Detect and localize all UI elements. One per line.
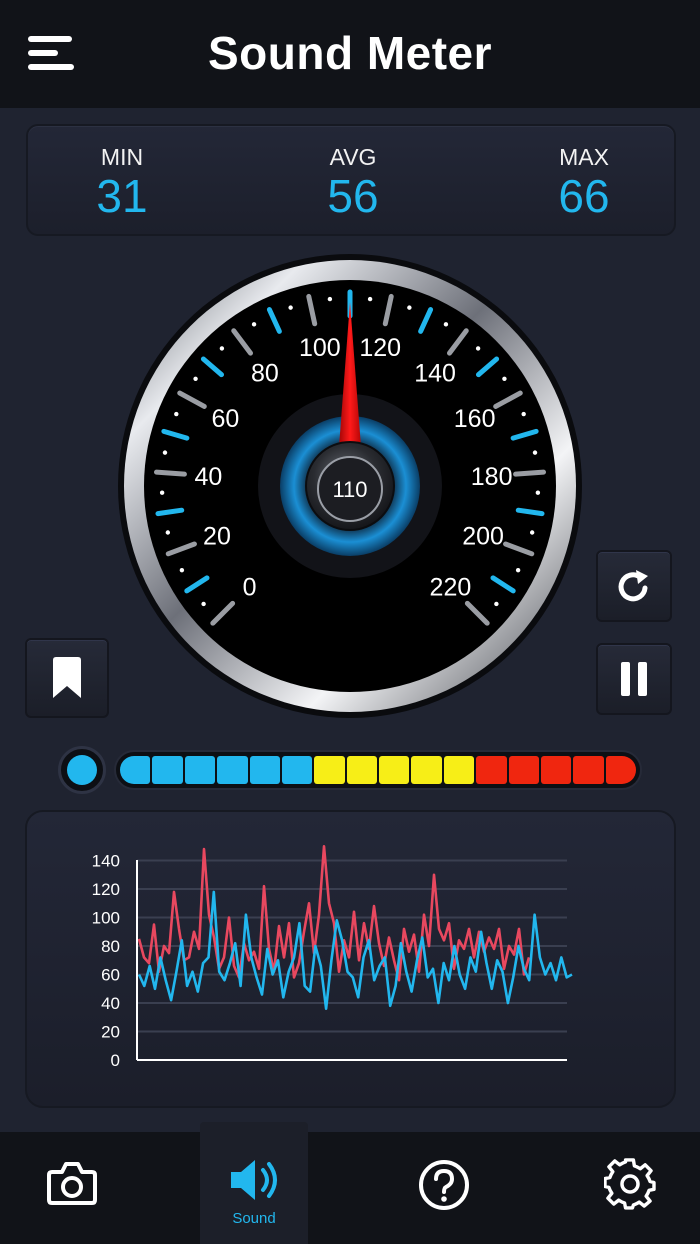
level-segment [411,756,442,784]
level-segment [249,756,280,784]
refresh-icon [618,570,648,602]
gauge-tick [407,305,412,310]
chart-y-tick-label: 40 [101,994,120,1013]
history-chart-panel: 0 20 40 60 80 100 120 140 [25,810,676,1108]
gauge-tick [535,490,541,495]
chart-y-tick-label: 0 [111,1051,120,1070]
gauge-tick [529,530,535,535]
gauge-label: 20 [203,523,231,551]
chart-y-tick-label: 60 [101,966,120,985]
nav-help[interactable] [390,1132,498,1244]
level-segment [120,756,151,784]
bookmark-button[interactable] [25,638,109,718]
chart-y-tick-label: 20 [101,1023,120,1042]
bookmark-icon [53,657,81,698]
chart-y-tick-label: 100 [92,909,120,928]
nav-settings[interactable] [576,1132,684,1244]
stat-avg: AVG 56 [273,144,433,221]
gauge-tick [502,376,507,381]
chart-series [137,844,573,1010]
gauge-label: 160 [454,405,496,433]
reset-button[interactable] [596,550,672,622]
level-segment [605,756,636,784]
stat-avg-label: AVG [329,144,377,170]
decibel-gauge: 0 20 40 60 80 100 120 140 160 180 200 220 110 [118,254,582,718]
level-segment [443,756,475,784]
help-icon [419,1160,469,1210]
gauge-tick [367,296,373,302]
nav-sound[interactable]: Sound [200,1122,308,1244]
gauge-tick [174,411,179,417]
gauge-tick [153,469,187,477]
gauge-tick [327,296,333,302]
stat-min-value: 31 [96,170,148,222]
bottom-nav: Sound [0,1122,700,1244]
gauge-tick [193,376,198,381]
gauge-tick [201,601,206,607]
gauge-tick [515,567,521,573]
gear-icon [604,1158,656,1210]
stat-max-label: MAX [559,144,609,170]
level-meter-bar [114,750,642,790]
app-header: Sound Meter [0,0,700,108]
gauge-label: 120 [359,334,401,362]
gauge-label: 140 [414,359,456,387]
level-segment [281,756,313,784]
level-segment [217,756,248,784]
gauge-tick [494,601,499,607]
level-segment [314,756,345,784]
gauge-label: 180 [471,463,513,491]
gauge-tick [159,490,165,495]
history-chart: 0 20 40 60 80 100 120 140 [92,844,573,1071]
stat-avg-value: 56 [327,170,379,222]
pause-button[interactable] [596,643,672,715]
gauge-label: 60 [211,405,239,433]
camera-icon [47,1162,97,1205]
pause-icon [621,662,647,696]
gauge-tick [162,450,168,455]
level-segment [152,756,183,784]
gauge-tick [219,346,225,351]
gauge-tick [513,469,547,477]
gauge-tick [475,346,481,351]
stat-max: MAX 66 [504,144,664,221]
gauge-tick [179,567,185,573]
level-segment [573,756,604,784]
chart-y-tick-label: 120 [92,880,120,899]
stat-max-value: 66 [558,170,610,222]
gauge-label: 80 [251,359,279,387]
speaker-icon [231,1160,277,1200]
gauge-tick [165,530,171,535]
level-segment [184,756,216,784]
gauge-tick [251,322,257,327]
chart-y-tick-label: 80 [101,937,120,956]
level-indicator-dot [58,746,106,794]
nav-sound-label: Sound [232,1210,276,1227]
stat-min: MIN 31 [42,144,202,221]
chart-y-tick-labels: 0 20 40 60 80 100 120 140 [92,852,120,1071]
gauge-label: 200 [462,523,504,551]
gauge-tick [515,507,545,517]
gauge-label: 0 [243,573,257,601]
gauge-label: 220 [430,573,472,601]
level-segment [379,756,410,784]
gauge-label: 40 [194,463,222,491]
gauge-label: 100 [299,334,341,362]
gauge-tick [521,411,526,417]
level-segment [346,756,377,784]
stat-min-label: MIN [100,144,144,170]
gauge-readout: 110 [332,477,367,502]
nav-camera[interactable] [18,1132,126,1244]
gauge-tick [443,322,449,327]
gauge-tick [155,507,185,517]
level-segment [476,756,507,784]
gauge-tick [288,305,293,310]
level-segment [540,756,572,784]
chart-y-tick-label: 140 [92,852,120,871]
page-title: Sound Meter [207,27,493,79]
level-segment [508,756,539,784]
gauge-tick [532,450,538,455]
stats-panel: MIN 31 AVG 56 MAX 66 [26,124,676,236]
